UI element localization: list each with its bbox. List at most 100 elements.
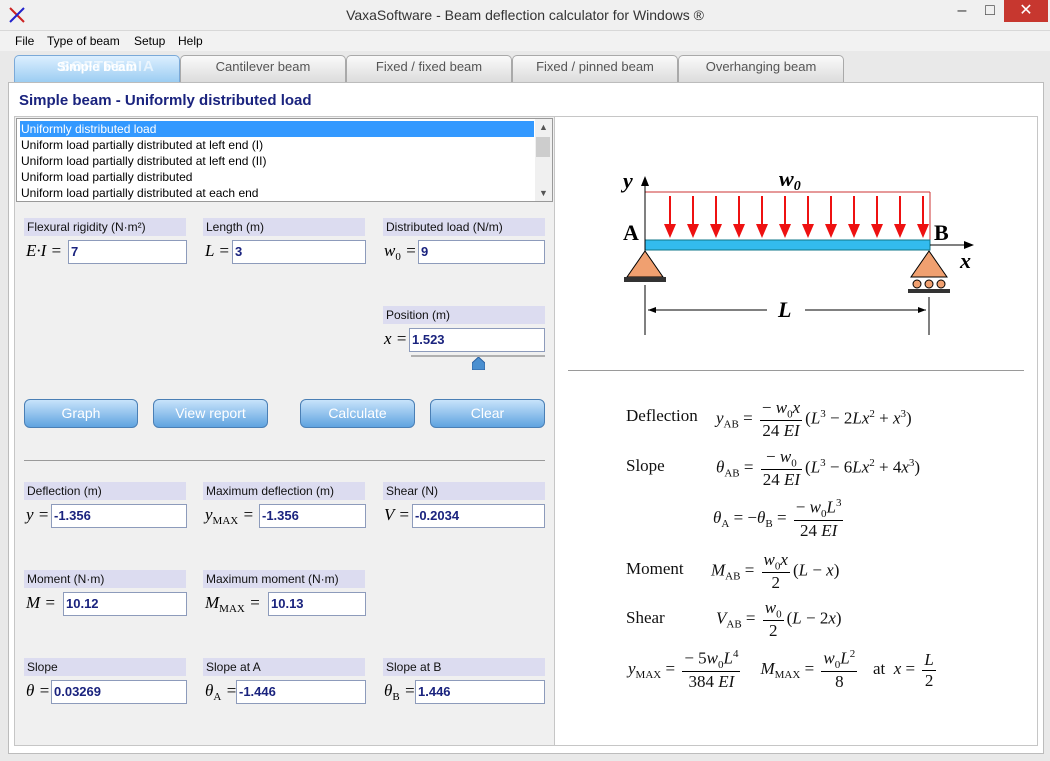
tab-fixed-pinned-beam[interactable]: Fixed / pinned beam: [512, 55, 678, 82]
tab-overhanging-beam[interactable]: Overhanging beam: [678, 55, 844, 82]
formula-deflection: yAB = − w0x 24 EI (L3 − 2Lx2 + x3): [716, 398, 912, 441]
point-b-label: B: [934, 220, 949, 245]
minimize-button[interactable]: –: [948, 0, 976, 22]
load-arrows: [664, 196, 929, 238]
input-panel: [14, 116, 555, 746]
ei-label: Flexural rigidity (N·m²): [24, 218, 186, 236]
list-item[interactable]: Uniform load partially distributed at le…: [20, 137, 534, 153]
formula-slope-label: Slope: [626, 456, 665, 475]
position-slider-thumb[interactable]: [471, 356, 486, 371]
beam-diagram: y w0 A B x L: [620, 166, 974, 335]
slope-a-symbol: θA =: [205, 681, 238, 703]
load-arrow-head: [802, 224, 814, 238]
close-button[interactable]: ✕: [1004, 0, 1048, 22]
formula-deflection-label: Deflection: [626, 406, 698, 425]
length-label: Length (m): [203, 218, 365, 236]
shear-output: -0.2034: [412, 504, 545, 528]
slope-b-label: Slope at B: [383, 658, 545, 676]
tab-cantilever-beam[interactable]: Cantilever beam: [180, 55, 346, 82]
menu-setup[interactable]: Setup: [134, 34, 165, 48]
max-deflection-symbol: yMAX =: [205, 505, 254, 527]
window-title: VaxaSoftware - Beam deflection calculato…: [346, 7, 704, 23]
load-arrow-head: [779, 224, 791, 238]
max-deflection-label: Maximum deflection (m): [203, 482, 365, 500]
clear-button[interactable]: Clear: [430, 399, 545, 428]
x-axis-label: x: [959, 248, 971, 273]
deflection-symbol: y =: [26, 505, 50, 524]
list-item[interactable]: Uniformly distributed load: [20, 121, 534, 137]
right-support-icon: [910, 250, 948, 278]
formula-maximums: yMAX = − 5w0L4 384 EI MMAX = w0L2 8 at x =…: [628, 648, 936, 692]
load-arrow-head: [687, 224, 699, 238]
page-title: Simple beam - Uniformly distributed load: [19, 92, 312, 109]
load-label: Distributed load (N/m): [383, 218, 545, 236]
slope-label: Slope: [24, 658, 186, 676]
tab-fixed-fixed-beam[interactable]: Fixed / fixed beam: [346, 55, 512, 82]
load-arrow-head: [917, 224, 929, 238]
load-arrow-head: [848, 224, 860, 238]
formula-at-label: at: [872, 658, 886, 678]
point-a-label: A: [623, 220, 639, 245]
load-label: w0: [779, 166, 801, 194]
length-input[interactable]: 3: [232, 240, 366, 264]
deflection-label: Deflection (m): [24, 482, 186, 500]
slope-b-output: 1.446: [415, 680, 545, 704]
max-deflection-output: -1.356: [259, 504, 366, 528]
formula-moment-label: Moment: [626, 559, 684, 578]
scroll-down-icon[interactable]: ▼: [535, 185, 552, 201]
length-symbol: L =: [205, 241, 230, 260]
position-label: Position (m): [383, 306, 545, 324]
maximize-button[interactable]: □: [976, 0, 1004, 22]
moment-label: Moment (N·m): [24, 570, 186, 588]
ei-input[interactable]: 7: [68, 240, 187, 264]
menu-file[interactable]: File: [15, 34, 34, 48]
menu-help[interactable]: Help: [178, 34, 203, 48]
load-type-list[interactable]: Uniformly distributed load Uniform load …: [16, 118, 553, 202]
shear-symbol: V =: [384, 505, 410, 524]
length-dimension-label: L: [777, 297, 791, 322]
divider: [24, 460, 545, 461]
left-support-icon: [626, 250, 664, 278]
formula-end-slopes: θA = −θB = − w0L3 24 EI: [713, 497, 844, 541]
slope-symbol: θ =: [26, 681, 51, 700]
list-scrollbar[interactable]: ▲ ▼: [535, 119, 552, 201]
load-arrow-head: [894, 224, 906, 238]
load-arrow-head: [825, 224, 837, 238]
list-item[interactable]: Uniform load partially distributed at ea…: [20, 185, 534, 201]
slope-a-label: Slope at A: [203, 658, 365, 676]
load-arrow-head: [664, 224, 676, 238]
ei-symbol: E·I =: [26, 241, 63, 260]
diagram-divider: [568, 370, 1024, 371]
load-arrow-head: [871, 224, 883, 238]
formula-slope: θAB = − w0 24 EI (L3 − 6Lx2 + 4x3): [716, 447, 921, 490]
position-symbol: x =: [384, 329, 408, 348]
slope-b-symbol: θB =: [384, 681, 416, 703]
moment-symbol: M =: [26, 593, 56, 612]
max-moment-symbol: MMAX =: [205, 593, 261, 615]
calculate-button[interactable]: Calculate: [300, 399, 415, 428]
scroll-thumb[interactable]: [536, 137, 550, 157]
formula-shear: VAB = w0 2 (L − 2x): [716, 598, 842, 641]
formula-shear-label: Shear: [626, 608, 665, 627]
load-input[interactable]: 9: [418, 240, 545, 264]
max-moment-label: Maximum moment (N·m): [203, 570, 365, 588]
slope-a-output: -1.446: [236, 680, 366, 704]
position-input[interactable]: 1.523: [409, 328, 545, 352]
load-arrow-head: [733, 224, 745, 238]
load-arrow-head: [756, 224, 768, 238]
list-item[interactable]: Uniform load partially distributed: [20, 169, 534, 185]
graph-button[interactable]: Graph: [24, 399, 138, 428]
list-item[interactable]: Uniform load partially distributed at le…: [20, 153, 534, 169]
formula-moment: MAB = w0x 2 (L − x): [711, 550, 840, 593]
slope-output: 0.03269: [51, 680, 187, 704]
shear-label: Shear (N): [383, 482, 545, 500]
menu-type-of-beam[interactable]: Type of beam: [47, 34, 120, 48]
watermark: SOFTPEDIA: [60, 58, 155, 75]
load-arrow-head: [710, 224, 722, 238]
moment-output: 10.12: [63, 592, 187, 616]
deflection-output: -1.356: [51, 504, 187, 528]
max-moment-output: 10.13: [268, 592, 366, 616]
scroll-up-icon[interactable]: ▲: [535, 119, 552, 135]
view-report-button[interactable]: View report: [153, 399, 268, 428]
beam: [644, 239, 931, 251]
